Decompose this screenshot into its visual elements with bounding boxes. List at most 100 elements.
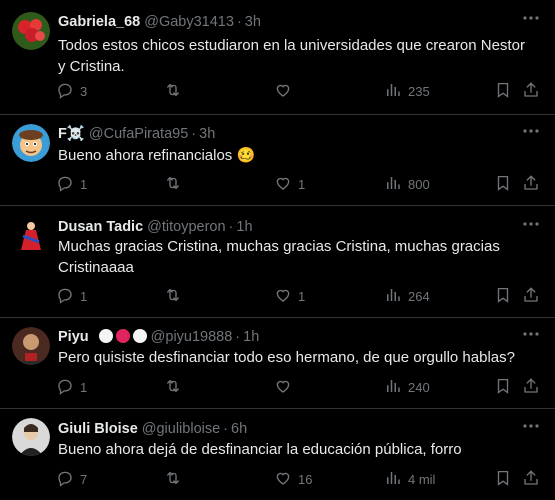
bookmark-button[interactable] xyxy=(494,80,512,102)
views-icon xyxy=(384,377,402,398)
views-icon xyxy=(384,469,402,490)
retweet-button[interactable] xyxy=(164,285,188,307)
reply-button[interactable]: 1 xyxy=(56,376,87,398)
reply-icon xyxy=(56,377,74,398)
display-name[interactable]: Dusan Tadic xyxy=(58,219,143,235)
more-icon[interactable] xyxy=(521,123,541,139)
bookmark-button[interactable] xyxy=(494,468,512,490)
action-bar: 1 1 264 xyxy=(52,285,549,307)
user-handle[interactable]: @giulibloise xyxy=(142,421,220,437)
reply-count: 1 xyxy=(80,379,88,395)
more-icon[interactable] xyxy=(521,326,541,342)
views-button[interactable]: 264 xyxy=(384,285,430,307)
share-button[interactable] xyxy=(522,285,540,307)
tweet[interactable]: Gabriela_68 @Gaby31413 · 3h Todos estos chi… xyxy=(0,0,555,115)
separator-dot: · xyxy=(236,14,242,30)
views-button[interactable]: 800 xyxy=(384,173,430,195)
tweet-header: F☠️ @CufaPirata95 · 3h xyxy=(58,125,515,143)
tweet-header: Giuli Bloise @giulibloise · 6h xyxy=(58,420,515,438)
bookmark-button[interactable] xyxy=(494,173,512,195)
more-icon[interactable] xyxy=(521,418,541,434)
user-handle[interactable]: @CufaPirata95 xyxy=(89,126,188,142)
tweet-header: Gabriela_68 @Gaby31413 · 3h xyxy=(58,13,515,31)
tweet-text: Bueno ahora dejá de desfinanciar la educ… xyxy=(58,441,462,458)
tweet[interactable]: Dusan Tadic @titoyperon · 1h Muchas gracias… xyxy=(0,206,555,318)
action-bar: 1 240 xyxy=(52,376,549,398)
heart-icon xyxy=(274,174,292,195)
like-button[interactable]: 16 xyxy=(274,468,312,490)
bookmark-icon xyxy=(494,469,512,490)
reply-count: 1 xyxy=(80,176,88,192)
tweet-text: Pero quisiste desfinanciar todo eso herm… xyxy=(58,349,515,366)
retweet-button[interactable] xyxy=(164,173,188,195)
reply-button[interactable]: 3 xyxy=(56,80,87,102)
bookmark-icon xyxy=(494,377,512,398)
reply-button[interactable]: 1 xyxy=(56,173,87,195)
display-name[interactable]: Piyu xyxy=(58,329,89,345)
timestamp[interactable]: 3h xyxy=(199,126,215,142)
separator-dot: · xyxy=(223,421,229,437)
share-button[interactable] xyxy=(522,173,540,195)
action-bar: 3 235 xyxy=(52,80,549,102)
separator-dot: · xyxy=(228,219,234,235)
avatar[interactable] xyxy=(12,12,50,50)
avatar[interactable] xyxy=(12,418,50,456)
display-name[interactable]: Giuli Bloise xyxy=(58,421,138,437)
timestamp[interactable]: 1h xyxy=(243,329,259,345)
share-button[interactable] xyxy=(522,376,540,398)
timestamp[interactable]: 1h xyxy=(236,219,252,235)
share-icon xyxy=(522,469,540,490)
tweet[interactable]: F☠️ @CufaPirata95 · 3h Bueno ahora refinanc… xyxy=(0,115,555,206)
more-icon[interactable] xyxy=(521,216,541,232)
like-button[interactable]: 1 xyxy=(274,285,305,307)
like-button[interactable] xyxy=(274,80,298,102)
retweet-icon xyxy=(164,469,182,490)
avatar[interactable] xyxy=(12,124,50,162)
tweet-text: Todos estos chicos estudiaron en la univ… xyxy=(58,37,525,75)
bookmark-button[interactable] xyxy=(494,285,512,307)
share-icon xyxy=(522,174,540,195)
timestamp[interactable]: 3h xyxy=(245,14,261,30)
views-count: 4 mil xyxy=(408,471,436,487)
avatar[interactable] xyxy=(12,216,50,254)
user-handle[interactable]: @piyu19888 xyxy=(151,329,233,345)
white-circle-icon xyxy=(132,329,147,343)
avatar[interactable] xyxy=(12,327,50,365)
share-icon xyxy=(522,377,540,398)
share-button[interactable] xyxy=(522,80,540,102)
heart-icon xyxy=(274,81,292,102)
bookmark-icon xyxy=(494,81,512,102)
display-name[interactable]: Gabriela_68 xyxy=(58,14,140,30)
retweet-button[interactable] xyxy=(164,468,188,490)
bookmark-button[interactable] xyxy=(494,376,512,398)
reply-count: 1 xyxy=(80,288,88,304)
retweet-button[interactable] xyxy=(164,80,188,102)
views-button[interactable]: 240 xyxy=(384,376,430,398)
share-button[interactable] xyxy=(522,468,540,490)
views-button[interactable]: 4 mil xyxy=(384,468,435,490)
tweet[interactable]: Giuli Bloise @giulibloise · 6h Bueno ahora … xyxy=(0,409,555,500)
views-count: 800 xyxy=(408,176,430,192)
tweet-header: Dusan Tadic @titoyperon · 1h xyxy=(58,218,515,236)
user-handle[interactable]: @titoyperon xyxy=(147,219,225,235)
tweet-header: Piyu @piyu19888 · 1h xyxy=(58,328,515,346)
reply-icon xyxy=(56,286,74,307)
share-icon xyxy=(522,286,540,307)
retweet-icon xyxy=(164,81,182,102)
reply-button[interactable]: 1 xyxy=(56,285,87,307)
tweet-text: Bueno ahora refinancialos 🥴 xyxy=(58,147,256,164)
reply-count: 3 xyxy=(80,83,88,99)
share-icon xyxy=(522,81,540,102)
like-button[interactable] xyxy=(274,376,298,398)
like-count: 1 xyxy=(298,288,306,304)
more-icon[interactable] xyxy=(521,10,541,26)
timestamp[interactable]: 6h xyxy=(231,421,247,437)
display-name[interactable]: F☠️ xyxy=(58,126,85,142)
tweet[interactable]: Piyu @piyu19888 · 1h Pero quisiste desfina… xyxy=(0,318,555,409)
retweet-button[interactable] xyxy=(164,376,188,398)
views-icon xyxy=(384,174,402,195)
like-button[interactable]: 1 xyxy=(274,173,305,195)
views-button[interactable]: 235 xyxy=(384,80,430,102)
reply-button[interactable]: 7 xyxy=(56,468,87,490)
user-handle[interactable]: @Gaby31413 xyxy=(144,14,234,30)
